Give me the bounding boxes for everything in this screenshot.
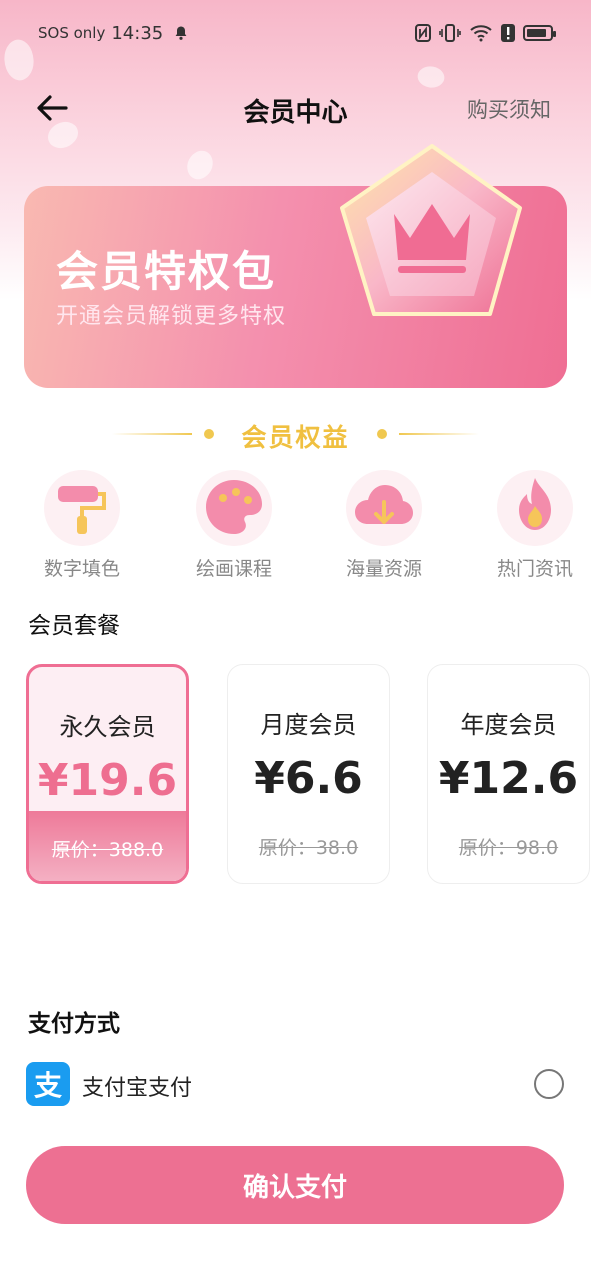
status-time: 14:35 [111, 22, 164, 44]
palette-icon [206, 480, 262, 534]
vibrate-icon [439, 24, 461, 42]
plan-name: 月度会员 [260, 711, 357, 739]
benefit-label: 热门资讯 [496, 558, 573, 580]
sos-status: SOS only [38, 24, 106, 42]
purchase-notice-link[interactable]: 购买须知 [467, 94, 551, 124]
plan-name: 永久会员 [59, 713, 156, 741]
flame-icon [519, 478, 551, 530]
benefits-header: 会员权益 [0, 410, 591, 458]
status-bar: SOS only 14:35 [0, 0, 591, 66]
wifi-icon [470, 25, 492, 42]
benefit-icon-bg [346, 470, 422, 546]
plans-title: 会员套餐 [28, 613, 120, 639]
navigation-header: 会员中心 购买须知 [0, 80, 591, 136]
plan-price: ¥12.6 [438, 753, 579, 804]
divider [399, 433, 479, 435]
nfc-icon [415, 24, 431, 42]
plan-original-price: 原价：98.0 [458, 837, 559, 859]
plan-card-monthly[interactable]: 月度会员 ¥6.6 原价：38.0 [227, 664, 390, 884]
plan-original-price: 原价：388.0 [51, 839, 164, 861]
benefit-label: 数字填色 [43, 558, 120, 580]
benefit-label: 绘画课程 [195, 558, 272, 580]
banner-title: 会员特权包 [56, 247, 277, 296]
crown-badge-icon [340, 144, 522, 316]
battery-icon [523, 25, 556, 41]
benefit-icon-bg [44, 470, 120, 546]
battery-fill [527, 29, 546, 37]
alert-icon [501, 24, 515, 42]
plan-price: ¥19.6 [37, 755, 178, 806]
benefit-icon-bg [497, 470, 573, 546]
cloud-download-icon [355, 485, 413, 524]
benefit-item-course[interactable]: 绘画课程 [174, 470, 294, 581]
benefit-label: 海量资源 [345, 558, 422, 580]
confirm-payment-button[interactable]: 确认支付 [26, 1146, 564, 1224]
svg-text:支: 支 [34, 1069, 62, 1102]
benefit-item-resources[interactable]: 海量资源 [324, 470, 444, 581]
plan-original-price: 原价：38.0 [258, 837, 359, 859]
paint-roller-icon [58, 486, 106, 534]
plan-name: 年度会员 [460, 711, 557, 739]
payment-title: 支付方式 [28, 1011, 120, 1037]
alipay-icon: 支 [26, 1062, 70, 1106]
bell-icon [175, 26, 187, 40]
banner-subtitle: 开通会员解锁更多特权 [56, 304, 287, 329]
benefits-title: 会员权益 [241, 423, 350, 452]
membership-banner: 会员特权包 开通会员解锁更多特权 [24, 144, 567, 388]
plan-card-lifetime[interactable]: 永久会员 ¥19.6 原价：388.0 [26, 664, 189, 884]
benefit-item-coloring[interactable]: 数字填色 [22, 470, 142, 581]
payment-method-label: 支付宝支付 [82, 1076, 193, 1101]
payment-option-alipay[interactable]: 支 支付宝支付 [26, 1062, 566, 1108]
payment-radio[interactable] [534, 1069, 564, 1099]
benefit-item-news[interactable]: 热门资讯 [475, 470, 591, 581]
dot-decoration [377, 429, 387, 439]
benefit-icon-bg [196, 470, 272, 546]
plan-price: ¥6.6 [254, 753, 363, 804]
plan-card-yearly[interactable]: 年度会员 ¥12.6 原价：98.0 [427, 664, 590, 884]
